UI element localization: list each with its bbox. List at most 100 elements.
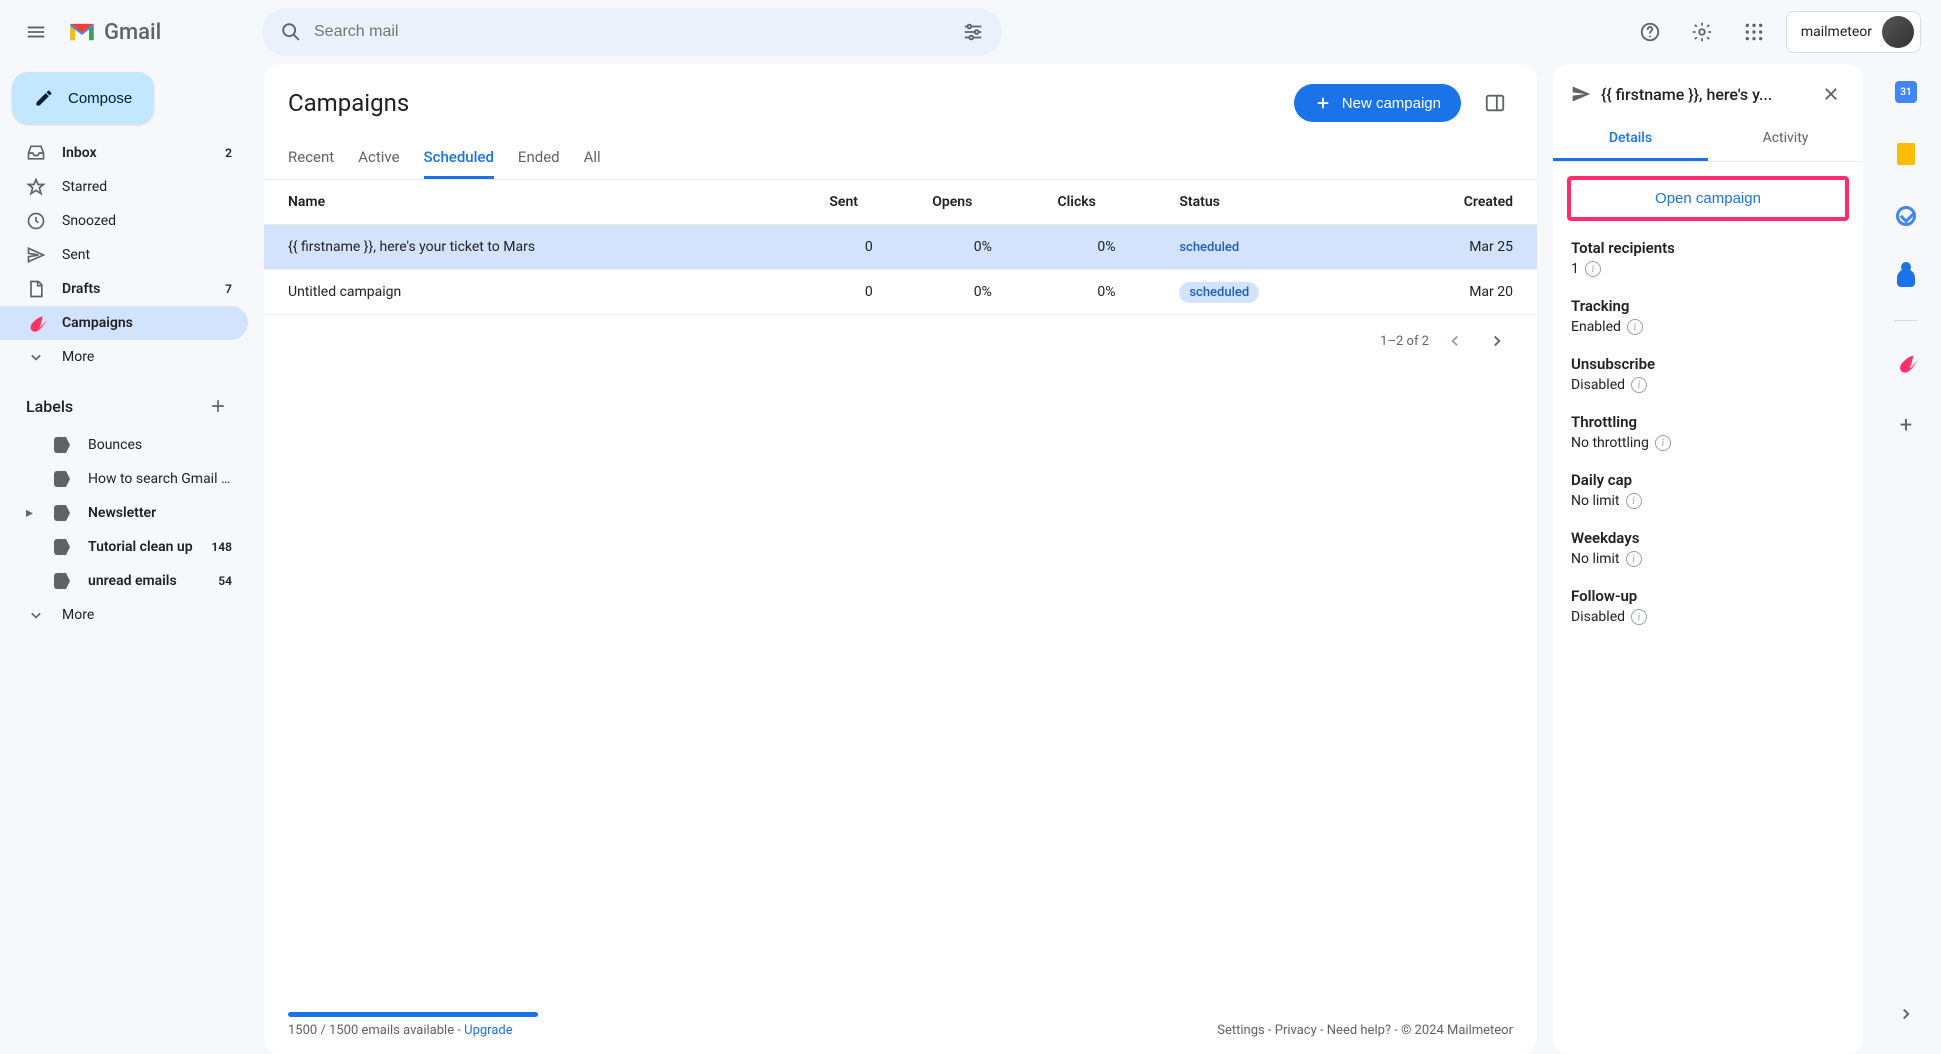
row-status: scheduled <box>1167 225 1370 270</box>
compose-label: Compose <box>68 90 132 107</box>
layout-toggle-button[interactable] <box>1477 85 1513 121</box>
side-rail: + <box>1879 64 1933 1054</box>
detail-key: Daily cap <box>1571 471 1845 489</box>
label-item[interactable]: Bounces <box>0 428 248 462</box>
sidebar-item-drafts[interactable]: Drafts 7 <box>0 272 248 306</box>
gmail-text: Gmail <box>104 20 161 45</box>
gmail-logo[interactable]: Gmail <box>68 20 161 45</box>
main-tabs: Recent Active Scheduled Ended All <box>264 130 1537 180</box>
details-tab-details[interactable]: Details <box>1553 118 1708 161</box>
labels-title: Labels <box>26 397 73 416</box>
prev-page-button[interactable] <box>1439 325 1471 357</box>
tab-ended[interactable]: Ended <box>518 138 560 179</box>
tasks-icon <box>1896 206 1916 226</box>
close-details-button[interactable] <box>1817 80 1845 108</box>
tab-all[interactable]: All <box>584 138 601 179</box>
row-status: scheduled <box>1167 270 1370 315</box>
support-button[interactable] <box>1630 12 1670 52</box>
mailmeteor-addon-button[interactable] <box>1886 343 1926 383</box>
upgrade-link[interactable]: Upgrade <box>464 1023 512 1038</box>
pagination-text: 1–2 of 2 <box>1380 334 1429 349</box>
expand-rail-button[interactable] <box>1886 994 1926 1034</box>
info-icon[interactable]: i <box>1631 609 1647 625</box>
contacts-addon-button[interactable] <box>1886 258 1926 298</box>
row-created: Mar 20 <box>1370 270 1537 315</box>
nav-count: 7 <box>225 282 232 296</box>
star-icon <box>26 177 46 197</box>
label-count: 54 <box>218 574 232 588</box>
info-icon[interactable]: i <box>1627 319 1643 335</box>
detail-key: Follow-up <box>1571 587 1845 605</box>
detail-value: No limit i <box>1571 493 1845 509</box>
tasks-addon-button[interactable] <box>1886 196 1926 236</box>
main-menu-button[interactable] <box>12 8 60 56</box>
open-campaign-button[interactable]: Open campaign <box>1567 176 1849 221</box>
send-icon <box>26 245 46 265</box>
sidebar-item-campaigns[interactable]: Campaigns <box>0 306 248 340</box>
detail-value: No limit i <box>1571 551 1845 567</box>
row-opens: 0% <box>920 270 1045 315</box>
label-item[interactable]: Tutorial clean up148 <box>0 530 248 564</box>
detail-item: Total recipients1 i <box>1571 239 1845 277</box>
row-sent: 0 <box>817 225 920 270</box>
label-text: Tutorial clean up <box>88 539 195 555</box>
pagination: 1–2 of 2 <box>264 315 1537 367</box>
compose-button[interactable]: Compose <box>12 72 154 124</box>
table-row[interactable]: Untitled campaign00%0%scheduledMar 20 <box>264 270 1537 315</box>
nav-label: More <box>62 349 232 365</box>
search-options-icon[interactable] <box>962 21 984 43</box>
info-icon[interactable]: i <box>1626 551 1642 567</box>
add-label-button[interactable] <box>204 392 232 420</box>
sidebar-item-starred[interactable]: Starred <box>0 170 248 204</box>
label-item[interactable]: How to search Gmail by ... <box>0 462 248 496</box>
tab-active[interactable]: Active <box>358 138 399 179</box>
sidebar-item-inbox[interactable]: Inbox2 <box>0 136 248 170</box>
tab-scheduled[interactable]: Scheduled <box>424 138 494 179</box>
avatar <box>1882 16 1914 48</box>
keep-addon-button[interactable] <box>1886 134 1926 174</box>
new-campaign-button[interactable]: New campaign <box>1294 84 1461 122</box>
column-name: Name <box>264 180 817 225</box>
plus-icon <box>1314 94 1332 112</box>
row-sent: 0 <box>817 270 920 315</box>
inbox-icon <box>26 143 46 163</box>
get-addons-button[interactable]: + <box>1886 405 1926 445</box>
settings-button[interactable] <box>1682 12 1722 52</box>
label-item[interactable]: ▸Newsletter <box>0 496 248 530</box>
details-tab-activity[interactable]: Activity <box>1708 118 1863 161</box>
labels-list: BouncesHow to search Gmail by ...▸Newsle… <box>0 428 248 632</box>
table-row[interactable]: {{ firstname }}, here's your ticket to M… <box>264 225 1537 270</box>
info-icon[interactable]: i <box>1655 435 1671 451</box>
sidebar-item-snoozed[interactable]: Snoozed <box>0 204 248 238</box>
nav-label: Drafts <box>62 281 209 297</box>
main-panel: Campaigns New campaign RecentActiveSched… <box>264 64 1537 1054</box>
sidebar-item-more[interactable]: More <box>0 340 248 374</box>
nav-label: Starred <box>62 179 232 195</box>
sidebar-item-sent[interactable]: Sent <box>0 238 248 272</box>
search-bar[interactable] <box>262 8 1002 56</box>
search-input[interactable] <box>314 23 950 41</box>
label-item[interactable]: More <box>0 598 248 632</box>
detail-item: UnsubscribeDisabled i <box>1571 355 1845 393</box>
chevron-icon <box>26 347 46 367</box>
details-title: {{ firstname }}, here's y... <box>1601 85 1807 104</box>
calendar-addon-button[interactable] <box>1886 72 1926 112</box>
quota-text: 1500 / 1500 emails available - <box>288 1023 464 1038</box>
info-icon[interactable]: i <box>1631 377 1647 393</box>
label-item[interactable]: unread emails54 <box>0 564 248 598</box>
column-opens: Opens <box>920 180 1045 225</box>
status-text: scheduled <box>1179 240 1239 255</box>
info-icon[interactable]: i <box>1626 493 1642 509</box>
tab-recent[interactable]: Recent <box>288 138 334 179</box>
new-campaign-label: New campaign <box>1342 95 1441 112</box>
details-panel: {{ firstname }}, here's y... DetailsActi… <box>1553 64 1863 1054</box>
apps-button[interactable] <box>1734 12 1774 52</box>
footer-links[interactable]: Settings - Privacy - Need help? - © 2024… <box>1217 1023 1513 1038</box>
info-icon[interactable]: i <box>1585 261 1601 277</box>
label-icon <box>52 537 72 557</box>
next-page-button[interactable] <box>1481 325 1513 357</box>
account-chip[interactable]: mailmeteor <box>1786 11 1921 53</box>
detail-value: Disabled i <box>1571 377 1845 393</box>
label-text: Newsletter <box>88 505 232 521</box>
detail-key: Throttling <box>1571 413 1845 431</box>
